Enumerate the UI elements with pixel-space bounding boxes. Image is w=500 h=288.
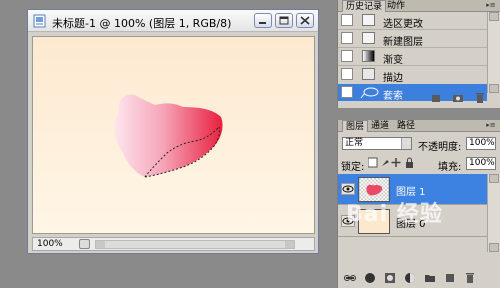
layers-toolbar: [344, 272, 498, 286]
history-tabbar: 历史记录 动作 ▸≡: [338, 0, 500, 12]
new-document-icon[interactable]: [430, 92, 442, 104]
lasso-icon: [360, 87, 379, 99]
panel-menu-icon[interactable]: ▸≡: [485, 1, 497, 10]
history-checkbox[interactable]: [341, 14, 353, 26]
tab-history[interactable]: 历史记录: [342, 0, 387, 12]
layers-tabbar: 图层 通道 路径 ▸≡: [338, 120, 500, 132]
panel-menu-icon[interactable]: ▸≡: [485, 121, 497, 130]
link-layers-icon[interactable]: [344, 272, 356, 284]
lock-transparent-icon[interactable]: [368, 157, 378, 168]
history-item[interactable]: 选区更改: [338, 12, 487, 30]
scroll-down-icon[interactable]: [489, 243, 499, 252]
document-title: 未标题-1 @ 100% (图层 1, RGB/8): [52, 17, 232, 30]
trash-icon[interactable]: [464, 272, 476, 284]
document-window: 未标题-1 @ 100% (图层 1, RGB/8) 100%: [27, 9, 319, 254]
snapshot-icon[interactable]: [452, 92, 464, 104]
photoshop-document-icon: [33, 14, 46, 28]
history-checkbox[interactable]: [341, 68, 353, 80]
layer-style-icon[interactable]: [364, 272, 376, 284]
scroll-up-icon[interactable]: [489, 174, 499, 183]
gradient-icon: [362, 50, 375, 62]
tab-actions[interactable]: 动作: [384, 0, 408, 12]
lock-pixels-icon[interactable]: [382, 160, 389, 166]
tab-channels[interactable]: 通道: [368, 120, 392, 132]
fill-label: 填充:: [438, 162, 462, 173]
zoom-level[interactable]: 100%: [37, 239, 63, 249]
fill-input[interactable]: 100%: [466, 157, 496, 170]
chevron-down-icon: [401, 138, 411, 149]
selection-icon: [362, 14, 375, 26]
layers-scrollbar[interactable]: [487, 174, 500, 252]
watermark: Bai 经验: [346, 202, 443, 227]
maximize-icon: [279, 16, 289, 25]
history-item-label: 选区更改: [383, 19, 423, 30]
history-item-label: 渐变: [383, 55, 403, 66]
history-scrollbar[interactable]: [487, 12, 500, 93]
lock-position-icon[interactable]: [391, 158, 401, 167]
stroke-icon: [362, 68, 375, 80]
history-checkbox[interactable]: [341, 32, 353, 44]
history-item[interactable]: 新建图层: [338, 30, 487, 48]
canvas[interactable]: [32, 36, 315, 234]
opacity-label: 不透明度:: [418, 142, 462, 153]
lock-all-icon[interactable]: [406, 162, 413, 168]
history-item[interactable]: 描边: [338, 66, 487, 84]
layer-mask-icon[interactable]: [384, 272, 396, 284]
horizontal-scrollbar[interactable]: [95, 240, 295, 249]
status-menu-button[interactable]: [79, 239, 90, 249]
adjustment-layer-icon[interactable]: [404, 272, 416, 284]
history-panel: 历史记录 动作 ▸≡ 选区更改 新建图层 渐变 描边 套索: [337, 0, 500, 108]
scroll-up-icon[interactable]: [489, 12, 499, 21]
scroll-right-icon[interactable]: [285, 241, 294, 248]
document-titlebar[interactable]: 未标题-1 @ 100% (图层 1, RGB/8): [28, 10, 318, 32]
minimize-button[interactable]: [254, 13, 272, 28]
pink-gradient-shape: [114, 94, 223, 178]
trash-icon[interactable]: [474, 92, 486, 104]
blend-mode-select[interactable]: 正常: [342, 137, 412, 150]
history-item-label: 套索: [383, 91, 403, 102]
blend-mode-value: 正常: [345, 138, 364, 148]
new-layer-icon[interactable]: [444, 272, 456, 284]
history-toolbar: [428, 92, 498, 106]
lock-label: 锁定:: [341, 162, 365, 173]
maximize-button[interactable]: [275, 13, 293, 28]
opacity-value: 100%: [469, 138, 495, 148]
tab-paths[interactable]: 路径: [394, 120, 418, 132]
history-checkbox[interactable]: [341, 50, 353, 62]
scroll-left-icon[interactable]: [96, 241, 105, 248]
fill-value: 100%: [469, 158, 495, 168]
opacity-input[interactable]: 100%: [466, 137, 496, 150]
new-layer-icon: [362, 32, 375, 44]
history-item-label: 新建图层: [383, 37, 423, 48]
lock-options: [368, 157, 413, 168]
document-status-bar: 100%: [32, 237, 315, 251]
minimize-icon: [259, 22, 266, 24]
history-item-label: 描边: [383, 73, 403, 84]
history-checkbox[interactable]: [341, 86, 353, 98]
layer-group-icon[interactable]: [424, 272, 436, 284]
tab-layers[interactable]: 图层: [342, 120, 369, 132]
history-item[interactable]: 渐变: [338, 48, 487, 66]
eye-icon[interactable]: [341, 183, 355, 195]
close-button[interactable]: [296, 13, 314, 28]
close-icon: [300, 16, 310, 25]
